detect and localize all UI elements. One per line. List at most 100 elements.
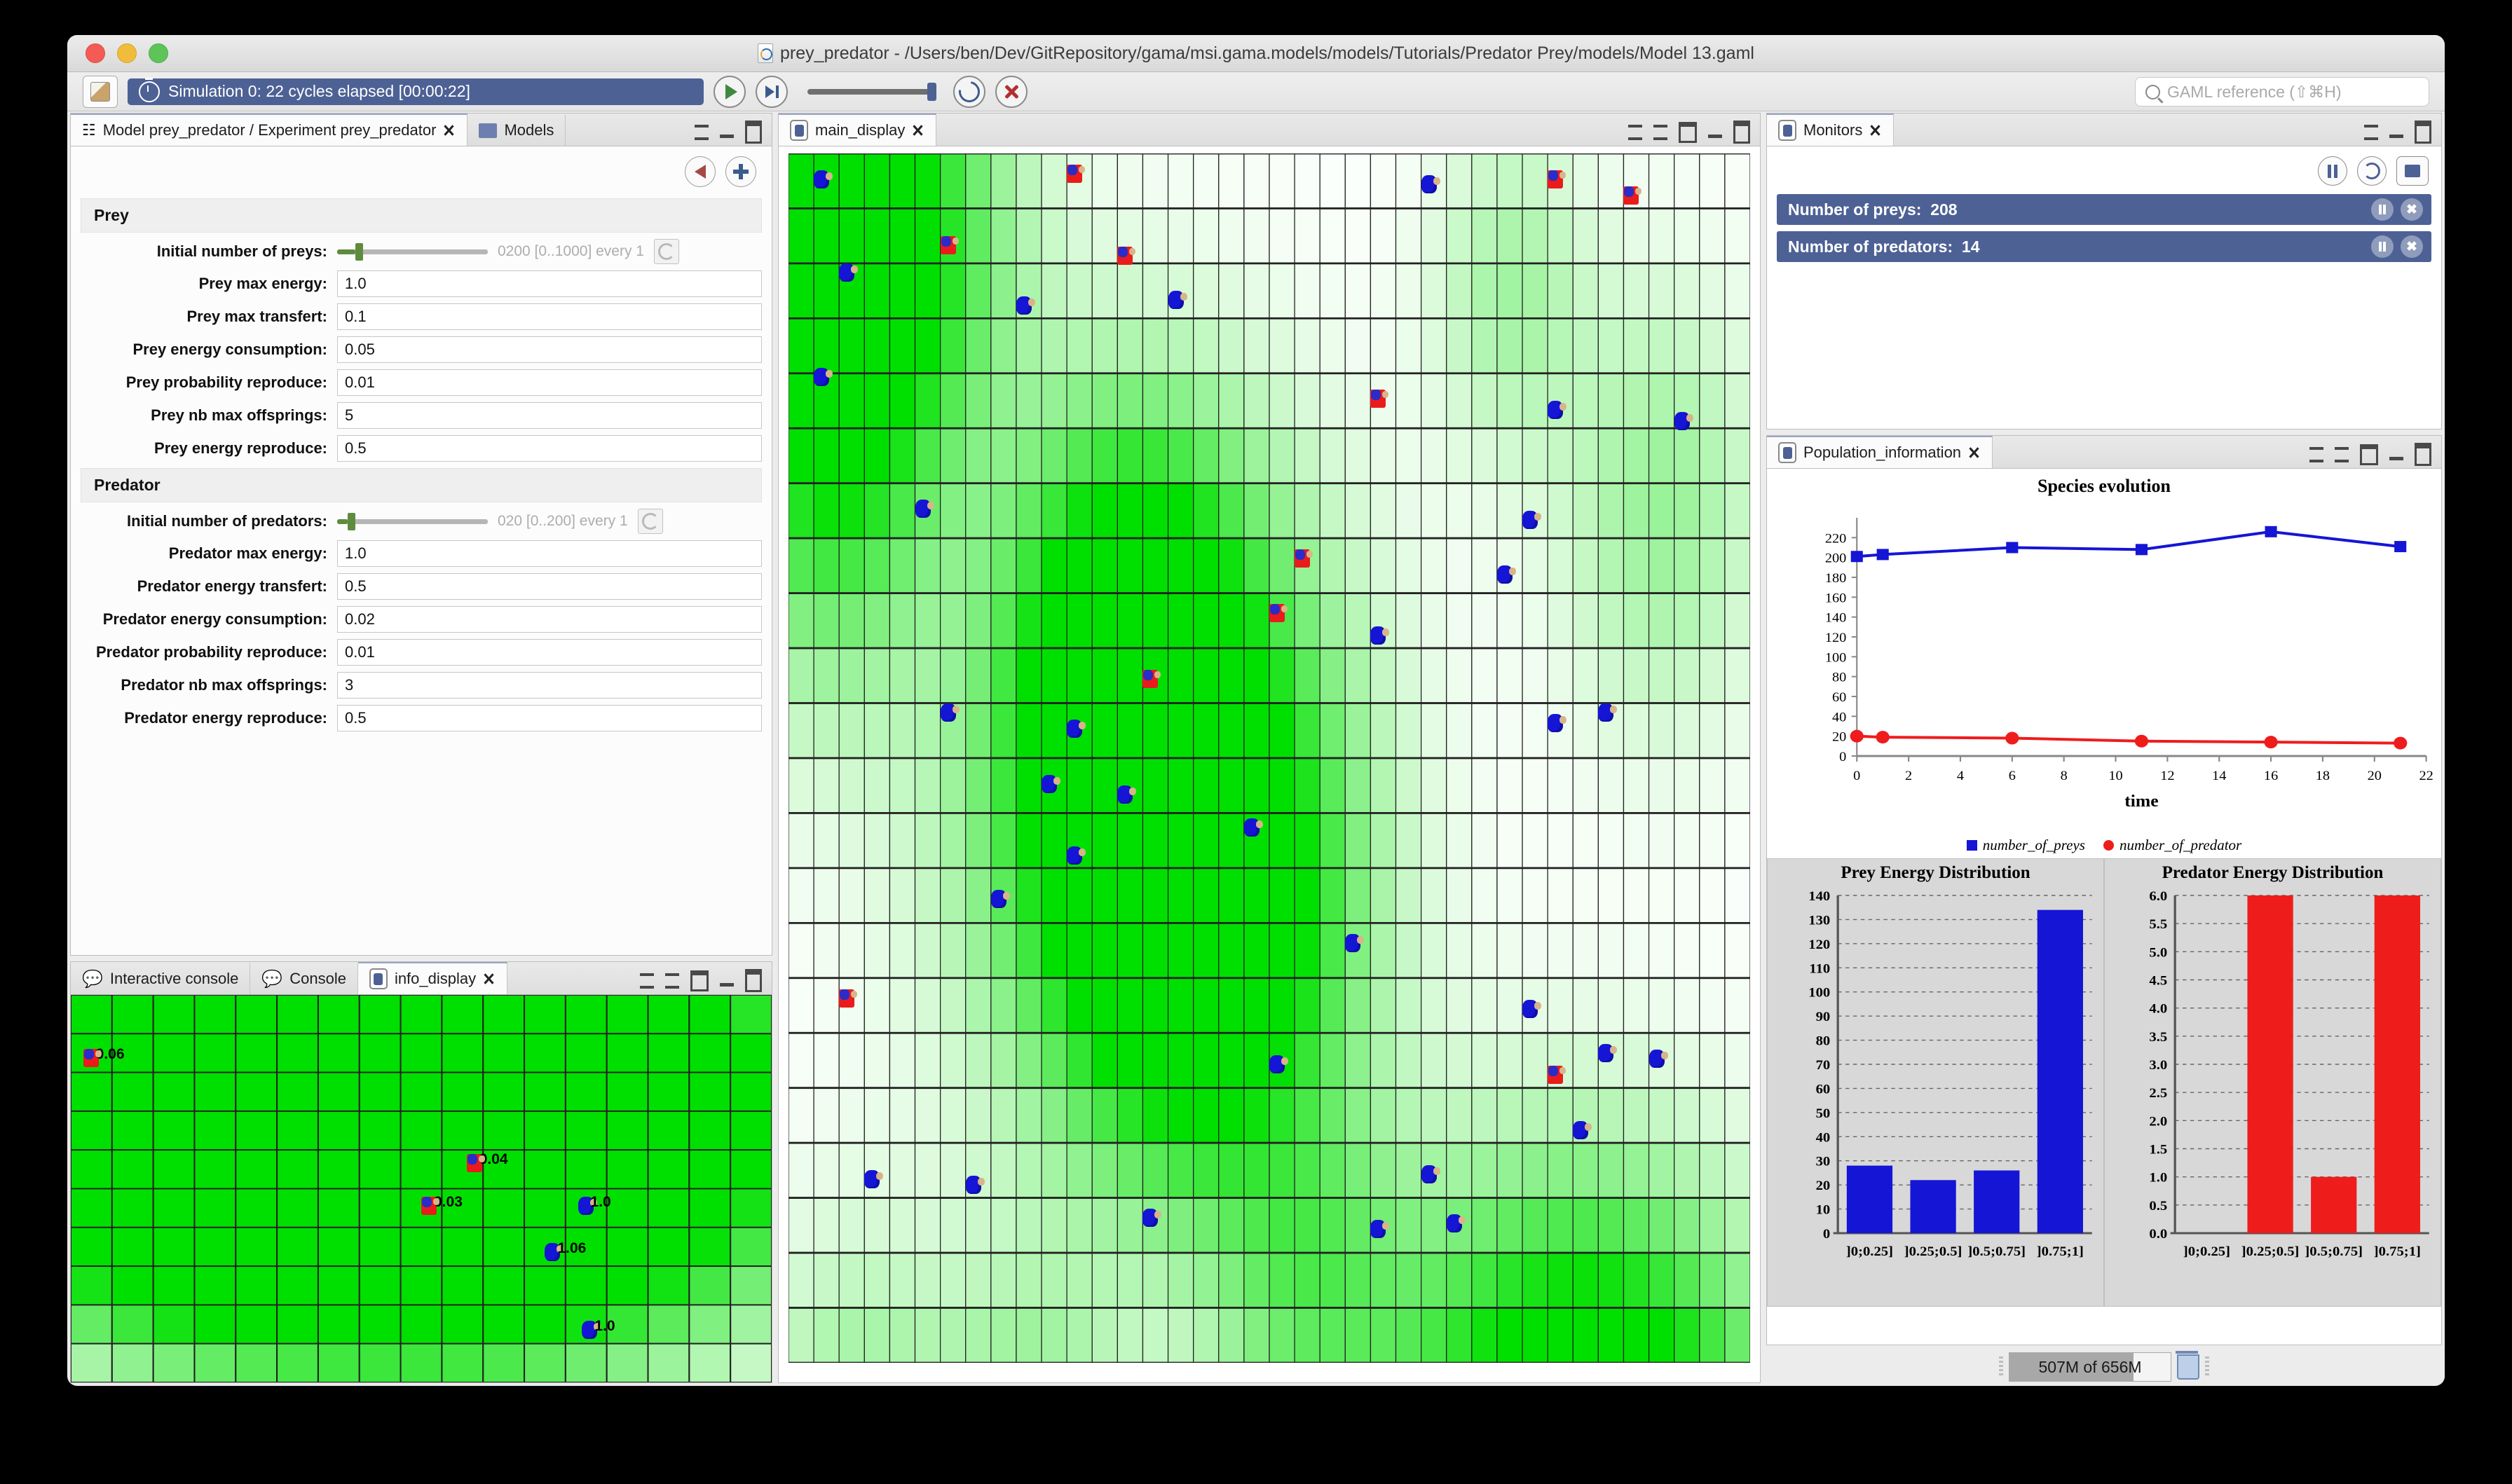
prey-agent[interactable] [1117, 785, 1137, 804]
monitor-row[interactable]: Number of preys: 208 ✖ [1777, 194, 2431, 225]
expand-icon[interactable] [2335, 446, 2349, 462]
monitor-row[interactable]: Number of predators: 14 ✖ [1777, 231, 2431, 262]
tab-population-information[interactable]: Population_information [1767, 436, 1993, 468]
prey-agent[interactable] [1042, 774, 1061, 793]
parameter-input[interactable]: 0.5 [337, 573, 762, 600]
parameter-input[interactable]: 0.5 [337, 705, 762, 731]
collapse-icon[interactable] [1628, 124, 1642, 140]
prey-agent[interactable] [1573, 1120, 1592, 1139]
prey-agent[interactable] [1067, 846, 1086, 865]
tab-main-display[interactable]: main_display [779, 114, 937, 146]
play-button[interactable] [714, 75, 746, 108]
parameter-input[interactable]: 3 [337, 672, 762, 699]
pause-monitors-button[interactable] [2318, 156, 2347, 186]
prey-agent[interactable] [1548, 714, 1567, 733]
prey-agent[interactable] [940, 703, 960, 722]
expand-icon[interactable] [1653, 124, 1667, 140]
prey-agent[interactable] [1598, 1043, 1618, 1062]
simulation-status[interactable]: Simulation 0: 22 cycles elapsed [00:00:2… [128, 77, 704, 105]
close-icon[interactable] [1968, 446, 1981, 459]
close-icon[interactable] [912, 124, 924, 137]
predator-energy-histogram[interactable]: Predator Energy Distribution 0.0 0.5 1.0 1.… [2104, 858, 2441, 1307]
expand-icon[interactable] [665, 973, 679, 989]
trash-icon[interactable] [2176, 1351, 2199, 1380]
pause-monitor-button[interactable] [2371, 198, 2394, 221]
prey-agent[interactable] [1345, 934, 1365, 953]
prey-agent[interactable] [1269, 1054, 1288, 1073]
refresh-monitors-button[interactable] [2357, 156, 2387, 186]
parameter-input[interactable]: 0.05 [337, 336, 762, 363]
predator-agent[interactable] [1548, 1066, 1566, 1085]
parameter-input[interactable]: 0.1 [337, 303, 762, 330]
maximize-icon[interactable] [1733, 121, 1750, 144]
parameter-slider[interactable] [337, 242, 488, 261]
panel-view-actions[interactable] [695, 121, 762, 144]
add-parameter-button[interactable] [725, 156, 756, 187]
prey-agent[interactable] [1496, 565, 1516, 584]
parameter-input[interactable]: 0.01 [337, 369, 762, 396]
collapse-icon[interactable] [695, 124, 709, 140]
species-evolution-chart[interactable]: Species evolution 0 20 40 60 80 100 120 140 160 1… [1767, 469, 2441, 1345]
prey-agent[interactable] [1522, 1000, 1542, 1019]
prey-agent[interactable] [1142, 1209, 1162, 1228]
prey-agent[interactable] [1168, 291, 1187, 310]
parameter-input[interactable]: 5 [337, 402, 762, 429]
predator-agent[interactable] [839, 989, 858, 1008]
minimize-icon[interactable] [2389, 127, 2403, 138]
prey-agent[interactable] [814, 170, 833, 188]
predator-agent[interactable] [1295, 549, 1313, 568]
predator-agent[interactable] [1117, 247, 1136, 266]
prey-energy-histogram[interactable]: Prey Energy Distribution 0 10 20 30 40 50 60 70… [1767, 858, 2104, 1307]
predator-agent[interactable] [1067, 164, 1086, 183]
predator-agent[interactable] [1623, 186, 1642, 205]
prey-agent[interactable] [839, 263, 859, 282]
memory-indicator[interactable]: 507M of 656M [2009, 1352, 2171, 1382]
predator-agent[interactable] [1370, 390, 1389, 408]
reset-parameter-button[interactable] [637, 509, 663, 534]
predator-agent[interactable] [940, 235, 959, 254]
collapse-icon[interactable] [2309, 446, 2323, 462]
tab-info-display[interactable]: info_display [357, 962, 508, 994]
split-icon[interactable] [690, 970, 709, 991]
close-icon[interactable] [1869, 124, 1882, 137]
prey-agent[interactable] [1674, 411, 1693, 430]
main-display-view-actions[interactable] [1628, 121, 1750, 144]
gaml-reference-search[interactable]: GAML reference (⇧⌘H) [2135, 77, 2429, 107]
population-view-actions[interactable] [2309, 443, 2431, 466]
split-icon[interactable] [1679, 121, 1697, 143]
prey-agent[interactable] [1421, 1164, 1440, 1183]
speed-slider-knob[interactable] [927, 82, 936, 101]
parameter-input[interactable]: 1.0 [337, 270, 762, 297]
add-monitor-button[interactable] [2396, 156, 2429, 186]
collapse-icon[interactable] [640, 973, 654, 989]
prey-agent[interactable] [1243, 818, 1263, 837]
tab-monitors[interactable]: Monitors [1767, 114, 1895, 146]
tab-models[interactable]: Models [467, 115, 566, 146]
editor-button[interactable] [83, 75, 118, 108]
collapse-icon[interactable] [2364, 124, 2378, 140]
prey-agent[interactable] [965, 1176, 985, 1195]
console-view-actions[interactable] [640, 969, 762, 992]
remove-monitor-button[interactable]: ✖ [2401, 198, 2423, 221]
parameter-input[interactable]: 0.02 [337, 606, 762, 633]
step-button[interactable] [756, 75, 788, 108]
prey-agent[interactable] [1067, 720, 1086, 738]
prey-agent[interactable] [1370, 1220, 1390, 1239]
maximize-icon[interactable] [745, 969, 762, 992]
revert-parameters-button[interactable] [685, 156, 716, 187]
pause-monitor-button[interactable] [2371, 235, 2394, 258]
tab-console[interactable]: 💬 Console [250, 963, 358, 994]
close-simulation-button[interactable] [995, 75, 1028, 108]
prey-agent[interactable] [864, 1170, 884, 1189]
close-icon[interactable] [483, 973, 496, 985]
maximize-icon[interactable] [2415, 121, 2431, 144]
split-icon[interactable] [2360, 444, 2378, 465]
tab-experiment[interactable]: ☷ Model prey_predator / Experiment prey_… [71, 114, 468, 146]
prey-agent[interactable] [915, 500, 934, 518]
maximize-icon[interactable] [745, 121, 762, 144]
prey-agent[interactable] [1648, 1049, 1668, 1068]
predator-agent[interactable] [1269, 604, 1288, 623]
minimize-icon[interactable] [2389, 449, 2403, 460]
parameter-input[interactable]: 0.01 [337, 639, 762, 666]
close-icon[interactable] [443, 124, 456, 137]
